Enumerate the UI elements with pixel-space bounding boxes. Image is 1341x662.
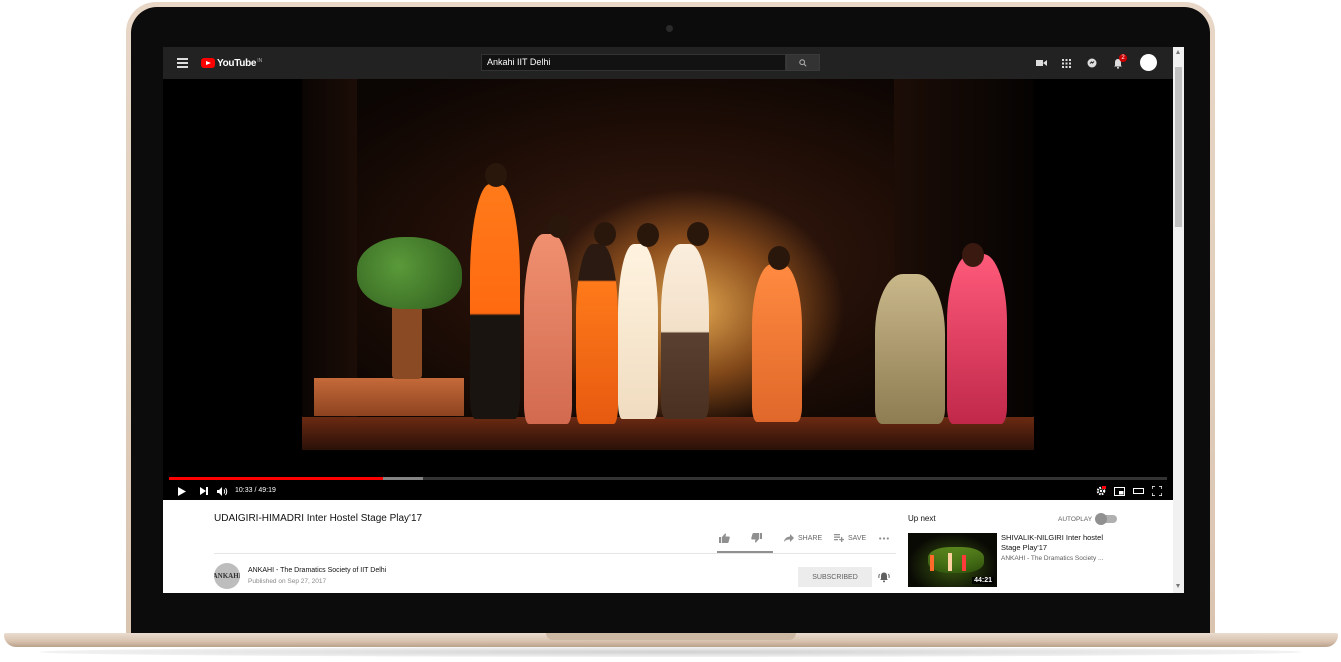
autoplay-toggle[interactable]	[1095, 513, 1117, 525]
video-thumbnail[interactable]: 44:21	[908, 533, 997, 587]
channel-name[interactable]: ANKAHI - The Dramatics Society of IIT De…	[248, 567, 386, 574]
settings-icon[interactable]	[1095, 485, 1107, 497]
play-icon[interactable]	[177, 485, 187, 497]
video-duration: 44:21	[972, 577, 994, 584]
laptop-shadow	[40, 647, 1302, 657]
search-input[interactable]: Ankahi IIT Delhi	[481, 54, 786, 71]
more-horizontal-icon	[879, 536, 889, 540]
subscribe-button[interactable]: SUBSCRIBED	[798, 567, 872, 587]
scroll-thumb[interactable]	[1175, 67, 1182, 227]
recommended-channel: ANKAHI - The Dramatics Society ...	[1001, 555, 1104, 562]
search-value: Ankahi IIT Delhi	[487, 57, 551, 67]
save-label: SAVE	[848, 534, 867, 542]
actor	[524, 234, 572, 424]
thumbs-down-icon	[751, 533, 762, 543]
dislike-button[interactable]	[751, 530, 762, 546]
player-controls: 10:33 / 49:19	[163, 482, 1173, 500]
progress-bar[interactable]	[169, 477, 1167, 480]
planter	[314, 378, 464, 416]
channel-avatar[interactable]: ANKAHI	[214, 563, 240, 589]
menu-icon[interactable]	[177, 58, 188, 68]
playlist-add-icon	[834, 534, 844, 542]
actor	[618, 244, 658, 419]
recommended-title[interactable]: SHIVALIK-NILGIRI Inter hostel Stage Play…	[1001, 533, 1111, 553]
logo-country: IN	[257, 57, 263, 64]
youtube-play-icon	[201, 58, 215, 68]
scrollbar[interactable]	[1173, 47, 1184, 593]
publish-date: Published on Sep 27, 2017	[248, 578, 327, 585]
video-title: UDAIGIRI-HIMADRI Inter Hostel Stage Play…	[214, 513, 423, 524]
autoplay-label: AUTOPLAY	[1058, 516, 1093, 523]
tree-trunk	[392, 299, 422, 379]
share-icon	[784, 534, 794, 542]
theater-icon[interactable]	[1132, 485, 1144, 497]
share-button[interactable]: SHARE	[784, 530, 822, 546]
video-frame	[302, 79, 1034, 450]
like-button[interactable]	[719, 530, 730, 546]
volume-icon[interactable]	[216, 485, 228, 497]
notification-badge: 2	[1119, 54, 1127, 62]
messages-icon[interactable]	[1085, 56, 1099, 70]
search-button[interactable]	[786, 54, 820, 71]
scroll-up-icon[interactable]	[1176, 50, 1180, 54]
avatar[interactable]	[1140, 54, 1157, 71]
scroll-down-icon[interactable]	[1176, 584, 1180, 588]
search-icon	[799, 58, 807, 67]
logo-text: YouTube	[217, 57, 257, 69]
video-player[interactable]: 10:33 / 49:19	[163, 79, 1173, 500]
miniplayer-icon[interactable]	[1113, 485, 1125, 497]
thumbs-up-icon	[719, 533, 730, 543]
actor	[470, 184, 520, 419]
tree-foliage	[357, 237, 462, 309]
apps-grid-icon[interactable]	[1059, 56, 1073, 70]
laptop-notch	[546, 633, 796, 640]
up-next-label: Up next	[908, 514, 936, 523]
video-camera-icon[interactable]	[1034, 56, 1048, 70]
save-button[interactable]: SAVE	[834, 530, 866, 546]
youtube-logo[interactable]: YouTube IN	[201, 56, 262, 70]
screen: YouTube IN Ankahi IIT Delhi 2 10:33 / 49…	[163, 47, 1184, 593]
divider	[214, 553, 896, 554]
webcam	[666, 25, 673, 32]
actor	[576, 244, 618, 424]
actor	[661, 244, 709, 419]
time-display: 10:33 / 49:19	[235, 487, 276, 494]
progress-played	[169, 477, 383, 480]
fullscreen-icon[interactable]	[1151, 485, 1163, 497]
share-label: SHARE	[798, 534, 823, 542]
next-icon[interactable]	[199, 485, 209, 497]
actor	[947, 254, 1007, 424]
more-actions-button[interactable]	[879, 530, 889, 546]
notification-bell-icon[interactable]	[878, 570, 890, 588]
actor	[752, 264, 802, 422]
channel-avatar-text: ANKAHI	[214, 572, 240, 580]
actor	[875, 274, 945, 424]
top-bar: YouTube IN Ankahi IIT Delhi 2	[163, 47, 1173, 79]
